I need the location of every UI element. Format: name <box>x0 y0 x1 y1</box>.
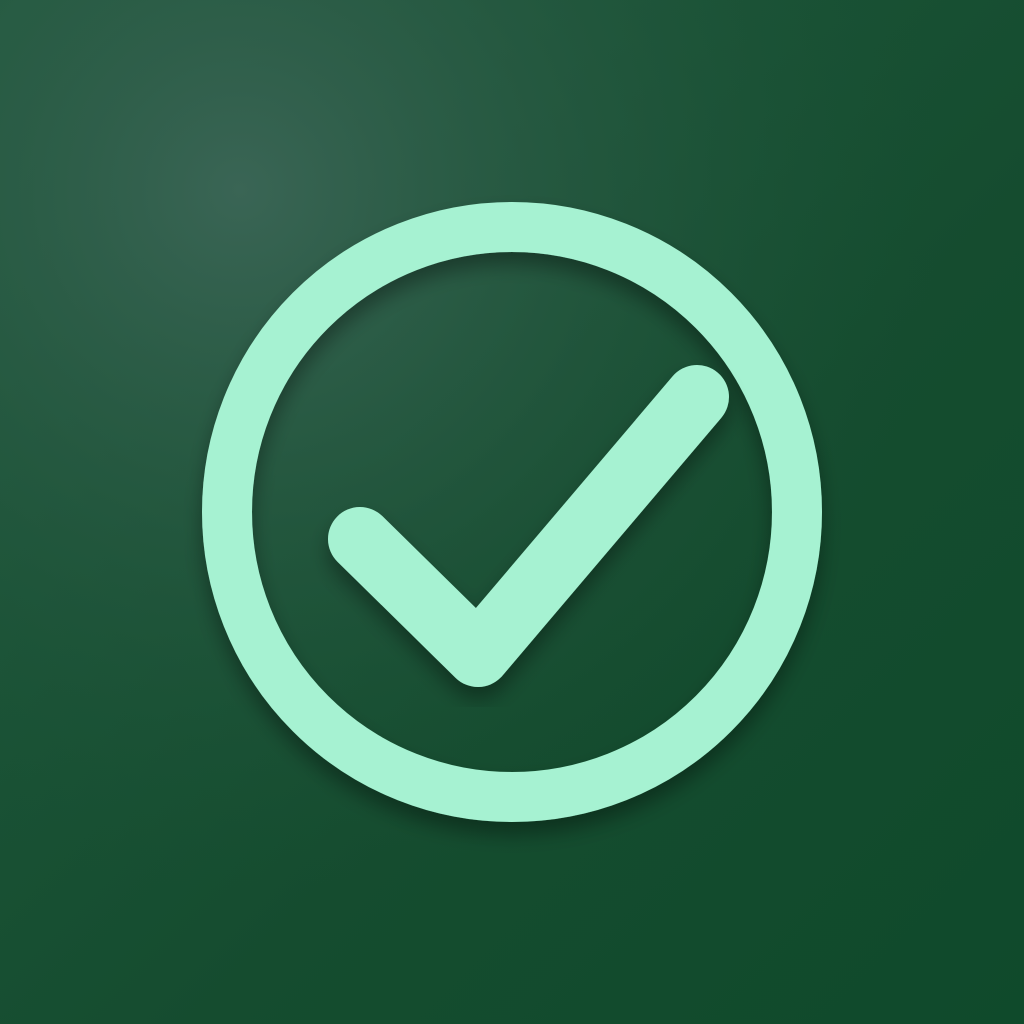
ring-shape <box>202 202 822 822</box>
app-icon-canvas <box>0 0 1024 1024</box>
checkmark-shape <box>328 365 729 687</box>
check-circle-icon <box>0 0 1024 1024</box>
